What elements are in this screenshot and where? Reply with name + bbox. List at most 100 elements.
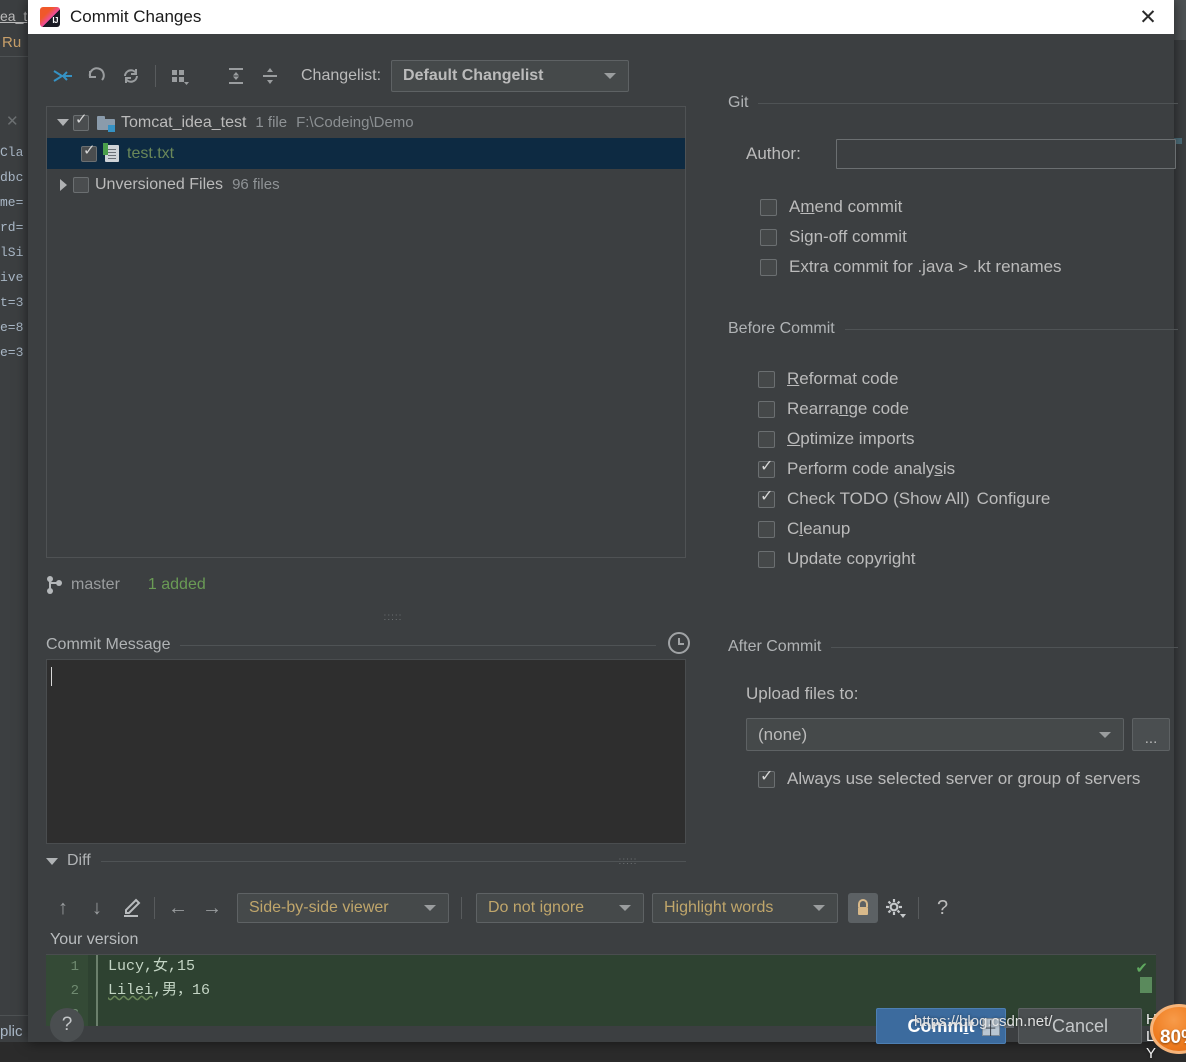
checkbox-box[interactable]: [758, 551, 775, 568]
right-column: Git Author: Amend commit Sign-off commit: [714, 34, 1174, 1042]
table-row[interactable]: test.txt: [47, 138, 685, 169]
always-use-server-label: Always use selected server or group of s…: [787, 769, 1140, 789]
gutter-divider: [96, 955, 98, 1026]
extra-commit-renames-checkbox[interactable]: Extra commit for .java > .kt renames: [760, 252, 1062, 282]
toolbar-divider: [461, 897, 462, 919]
unversioned-file-count: 96 files: [232, 176, 280, 193]
collapse-all-icon[interactable]: [253, 61, 287, 91]
diff-label: Diff: [67, 852, 91, 870]
checkbox-box[interactable]: [758, 431, 775, 448]
chevron-down-icon: [1099, 732, 1111, 738]
refresh-icon[interactable]: [114, 61, 148, 91]
module-folder-icon: [97, 116, 115, 130]
ignore-value: Do not ignore: [488, 899, 584, 917]
checkbox-box[interactable]: [758, 371, 775, 388]
diff-code-content[interactable]: Lucy,女,15 Lilei,男，16: [108, 955, 210, 1026]
sign-off-commit-checkbox[interactable]: Sign-off commit: [760, 222, 1062, 252]
background-run-label: Ru: [2, 34, 28, 51]
line-number: 2: [46, 979, 79, 1003]
author-field[interactable]: [836, 139, 1176, 169]
intellij-idea-logo-icon: IJ: [40, 7, 60, 27]
expand-all-icon[interactable]: [219, 61, 253, 91]
checkbox-box[interactable]: [760, 259, 777, 276]
ignore-whitespace-dropdown[interactable]: Do not ignore: [476, 893, 644, 923]
background-code-line: e=8: [0, 315, 28, 340]
current-branch-label: master: [71, 576, 120, 594]
checkbox-box[interactable]: [758, 401, 775, 418]
divider: [831, 647, 1178, 648]
checkbox-box[interactable]: [758, 461, 775, 478]
cleanup-label: Cleanup: [787, 519, 850, 539]
always-use-server-checkbox[interactable]: Always use selected server or group of s…: [758, 764, 1140, 794]
diff-section-header[interactable]: Diff: [46, 852, 686, 870]
clock-history-icon[interactable]: [668, 632, 690, 654]
module-path: F:\Codeing\Demo: [296, 114, 414, 131]
changes-toolbar: Changelist: Default Changelist: [46, 58, 629, 94]
author-label: Author:: [746, 144, 836, 164]
checkbox-box[interactable]: [758, 491, 775, 508]
checkbox-box[interactable]: [760, 199, 777, 216]
group-by-icon[interactable]: [163, 61, 197, 91]
arrow-left-icon[interactable]: ←: [161, 892, 195, 924]
changelist-value: Default Changelist: [403, 67, 543, 85]
changes-tree[interactable]: Tomcat_idea_test 1 file F:\Codeing\Demo …: [46, 106, 686, 558]
configure-link[interactable]: Configure: [977, 489, 1051, 509]
perform-code-analysis-label: Perform code analysis: [787, 459, 955, 479]
rearrange-code-checkbox[interactable]: Rearrange code: [758, 394, 1050, 424]
check-todo-checkbox[interactable]: Check TODO (Show All) Configure: [758, 484, 1050, 514]
perform-code-analysis-checkbox[interactable]: Perform code analysis: [758, 454, 1050, 484]
commit-message-input[interactable]: [46, 659, 686, 844]
arrow-right-icon[interactable]: →: [195, 892, 229, 924]
optimize-imports-checkbox[interactable]: Optimize imports: [758, 424, 1050, 454]
table-row[interactable]: Tomcat_idea_test 1 file F:\Codeing\Demo: [47, 107, 685, 138]
unversioned-files-label: Unversioned Files: [95, 176, 223, 194]
background-close-icon: ✕: [6, 112, 19, 130]
row-checkbox[interactable]: [81, 146, 97, 162]
chevron-right-icon[interactable]: [53, 169, 73, 200]
git-label: Git: [728, 94, 748, 112]
splitter-handle[interactable]: :::::: [384, 612, 403, 623]
checkbox-box[interactable]: [758, 771, 775, 788]
divider: [758, 103, 1178, 104]
background-bottom-label: plic: [0, 1023, 23, 1040]
background-code-line: me=: [0, 190, 28, 215]
background-code-line: lSi: [0, 240, 28, 265]
update-copyright-checkbox[interactable]: Update copyright: [758, 544, 1050, 574]
divider: [101, 861, 686, 862]
arrow-down-icon[interactable]: ↓: [80, 892, 114, 924]
amend-commit-checkbox[interactable]: Amend commit: [760, 192, 1062, 222]
reformat-code-checkbox[interactable]: Reformat code: [758, 364, 1050, 394]
arrow-up-icon[interactable]: ↑: [46, 892, 80, 924]
show-diff-icon[interactable]: [46, 61, 80, 91]
diff-viewer-mode-dropdown[interactable]: Side-by-side viewer: [237, 893, 449, 923]
spell-error-word: Lilei: [108, 982, 153, 999]
checkbox-box[interactable]: [760, 229, 777, 246]
amend-commit-label: Amend commit: [789, 197, 902, 217]
added-count-label: 1 added: [148, 576, 206, 594]
row-checkbox[interactable]: [73, 115, 89, 131]
row-checkbox[interactable]: [73, 177, 89, 193]
help-button[interactable]: ?: [50, 1008, 84, 1042]
chevron-down-icon[interactable]: [46, 858, 58, 865]
rollback-icon[interactable]: [80, 61, 114, 91]
background-code-line: t=3: [0, 290, 28, 315]
background-code-line: ive: [0, 265, 28, 290]
cleanup-checkbox[interactable]: Cleanup: [758, 514, 1050, 544]
diff-pane-label: Your version: [50, 931, 138, 949]
commit-button[interactable]: Commit: [876, 1008, 1006, 1044]
close-icon[interactable]: ✕: [1122, 0, 1174, 34]
table-row[interactable]: Unversioned Files 96 files: [47, 169, 685, 200]
chevron-down-icon[interactable]: [53, 107, 73, 138]
cancel-button[interactable]: Cancel: [1018, 1008, 1142, 1044]
line-number: 1: [46, 955, 79, 979]
pencil-icon[interactable]: [114, 892, 148, 924]
background-code-line: dbc: [0, 165, 28, 190]
text-file-icon: [105, 145, 119, 162]
changelist-dropdown[interactable]: Default Changelist: [391, 60, 629, 92]
rearrange-code-label: Rearrange code: [787, 399, 909, 419]
checkbox-box[interactable]: [758, 521, 775, 538]
browse-servers-button[interactable]: ...: [1132, 718, 1170, 751]
check-todo-label: Check TODO (Show All): [787, 489, 970, 509]
upload-server-dropdown[interactable]: (none): [746, 718, 1124, 751]
background-code-line: Cla: [0, 140, 28, 165]
